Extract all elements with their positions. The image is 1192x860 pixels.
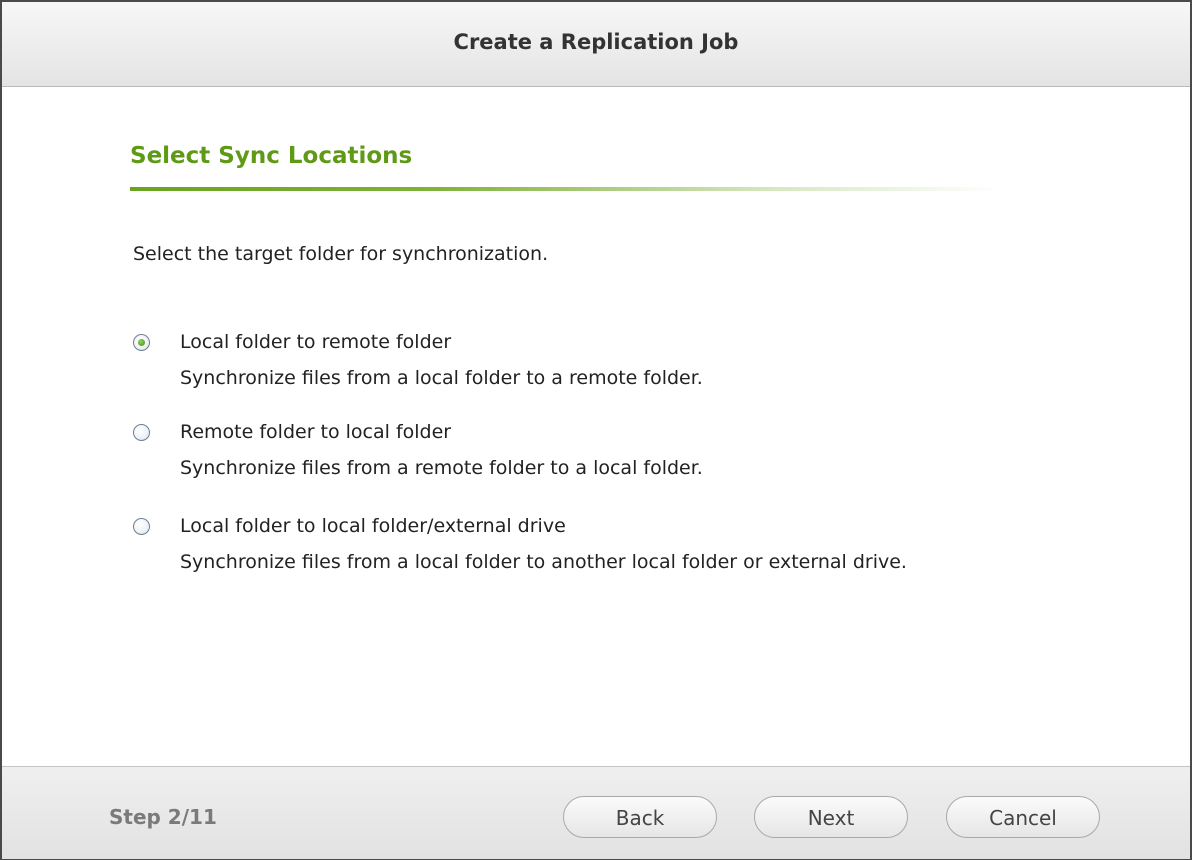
back-button[interactable]: Back (563, 796, 717, 838)
radio-selected-dot (138, 339, 145, 346)
dialog-titlebar: Create a Replication Job (2, 2, 1190, 87)
radio-local-to-local-external[interactable] (133, 518, 150, 535)
option-description: Synchronize files from a remote folder t… (180, 457, 703, 479)
dialog-content: Select Sync Locations Select the target … (2, 87, 1190, 766)
instruction-text: Select the target folder for synchroniza… (133, 243, 549, 265)
next-button[interactable]: Next (754, 796, 908, 838)
option-label[interactable]: Local folder to local folder/external dr… (180, 515, 566, 537)
option-description: Synchronize files from a local folder to… (180, 551, 907, 573)
replication-job-dialog: Create a Replication Job Select Sync Loc… (0, 0, 1192, 860)
step-indicator: Step 2/11 (109, 805, 217, 829)
dialog-footer: Step 2/11 Back Next Cancel (2, 766, 1190, 859)
cancel-button[interactable]: Cancel (946, 796, 1100, 838)
option-description: Synchronize files from a local folder to… (180, 367, 703, 389)
radio-remote-to-local[interactable] (133, 424, 150, 441)
option-label[interactable]: Local folder to remote folder (180, 331, 451, 353)
radio-local-to-remote[interactable] (133, 334, 150, 351)
option-label[interactable]: Remote folder to local folder (180, 421, 451, 443)
heading-divider (130, 187, 1000, 191)
dialog-title: Create a Replication Job (453, 30, 739, 54)
section-heading: Select Sync Locations (130, 143, 413, 169)
